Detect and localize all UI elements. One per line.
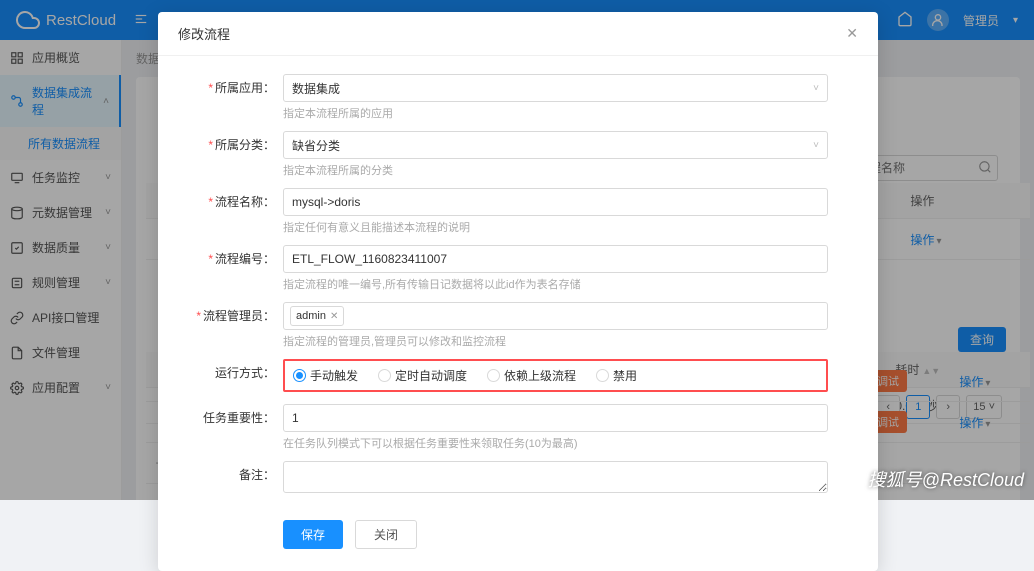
chevron-down-icon: ˅ (813, 83, 819, 94)
priority-label: 任务重要性： (203, 411, 275, 425)
mode-manual-radio[interactable]: 手动触发 (293, 367, 358, 384)
close-icon[interactable]: ✕ (846, 25, 858, 42)
flow-id-input[interactable] (283, 245, 828, 273)
radio-icon (596, 369, 609, 382)
manager-select[interactable]: admin✕ (283, 302, 828, 330)
mode-disabled-radio[interactable]: 禁用 (596, 367, 637, 384)
app-hint: 指定本流程所属的应用 (283, 105, 828, 121)
id-hint: 指定流程的唯一编号,所有传输日记数据将以此id作为表名存储 (283, 276, 828, 292)
category-label: 所属分类： (215, 138, 275, 152)
edit-flow-modal: 修改流程 ✕ *所属应用： 数据集成˅ 指定本流程所属的应用 *所属分类： 缺省… (158, 12, 878, 571)
mode-scheduled-radio[interactable]: 定时自动调度 (378, 367, 467, 384)
remark-label: 备注： (239, 468, 275, 482)
manager-label: 流程管理员： (203, 309, 275, 323)
radio-icon (293, 369, 306, 382)
id-label: 流程编号： (215, 252, 275, 266)
save-button[interactable]: 保存 (283, 520, 343, 549)
radio-icon (378, 369, 391, 382)
run-mode-group: 手动触发 定时自动调度 依赖上级流程 禁用 (283, 359, 828, 392)
name-label: 流程名称： (215, 195, 275, 209)
category-select[interactable]: 缺省分类˅ (283, 131, 828, 159)
mode-depend-radio[interactable]: 依赖上级流程 (487, 367, 576, 384)
modal-header: 修改流程 ✕ (158, 12, 878, 56)
flow-name-input[interactable] (283, 188, 828, 216)
chevron-down-icon: ˅ (813, 140, 819, 151)
manager-hint: 指定流程的管理员,管理员可以修改和监控流程 (283, 333, 828, 349)
priority-input[interactable] (283, 404, 828, 432)
priority-hint: 在任务队列模式下可以根据任务重要性来领取任务(10为最高) (283, 435, 828, 451)
radio-icon (487, 369, 500, 382)
app-label: 所属应用： (215, 81, 275, 95)
remark-textarea[interactable] (283, 461, 828, 493)
close-button[interactable]: 关闭 (355, 520, 417, 549)
app-select[interactable]: 数据集成˅ (283, 74, 828, 102)
remove-tag-icon[interactable]: ✕ (330, 311, 338, 322)
name-hint: 指定任何有意义且能描述本流程的说明 (283, 219, 828, 235)
watermark: 搜狐号@RestCloud (868, 466, 1024, 492)
modal-title: 修改流程 (178, 24, 230, 43)
mode-label: 运行方式： (215, 366, 275, 380)
category-hint: 指定本流程所属的分类 (283, 162, 828, 178)
manager-tag: admin✕ (290, 306, 344, 326)
